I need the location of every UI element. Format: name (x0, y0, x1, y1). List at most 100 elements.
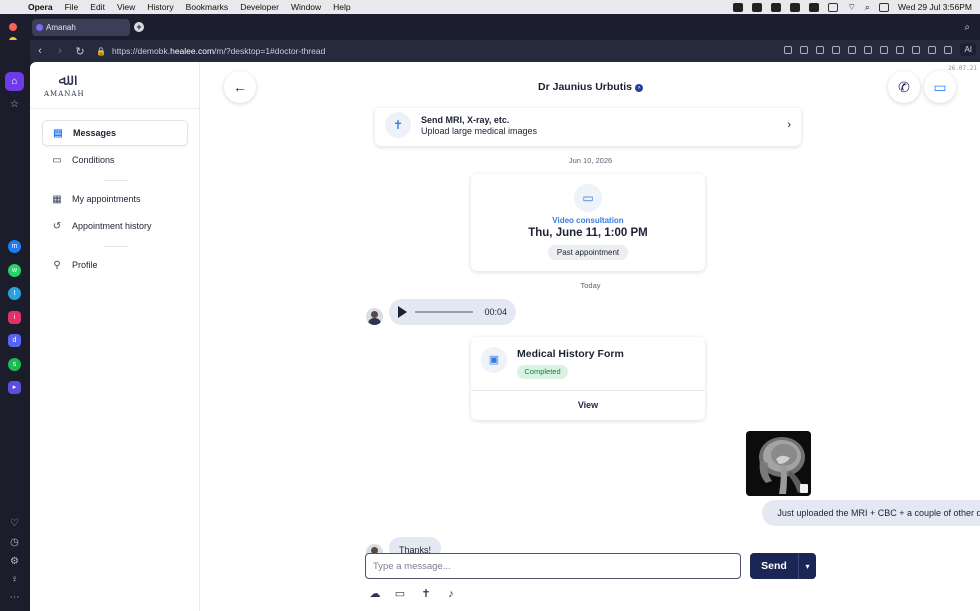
menu-view[interactable]: View (117, 2, 135, 12)
status-app-icon[interactable] (790, 2, 801, 12)
menu-history[interactable]: History (147, 2, 173, 12)
phone-icon: ✆ (898, 78, 910, 95)
menu-help[interactable]: Help (333, 2, 350, 12)
url-field[interactable]: 🔒 https://demobk.healee.com/m/?desktop=1… (96, 46, 325, 56)
mri-image-attachment[interactable] (746, 431, 811, 496)
messenger-icon[interactable]: m (8, 240, 21, 253)
camera-icon[interactable] (800, 45, 809, 54)
player-icon[interactable]: ▸ (8, 381, 21, 394)
opera-sidebar: ⌂ ☆ m w t i d s ▸ ♡ ◷ ⚙ ♀ ⋯ (0, 40, 30, 611)
verified-icon: › (634, 84, 643, 92)
share-icon[interactable] (880, 45, 889, 54)
telegram-icon[interactable]: t (8, 287, 21, 300)
message-input[interactable] (365, 553, 741, 579)
video-consultation-card[interactable]: ▭ Video consultation Thu, June 11, 1:00 … (471, 174, 705, 271)
body-icon[interactable]: ✝ (419, 587, 433, 601)
status-app-icon[interactable] (733, 2, 744, 12)
play-icon[interactable] (398, 306, 407, 318)
divider (30, 108, 200, 109)
send-button[interactable]: Send ▾ (750, 553, 816, 579)
heart-outline-icon[interactable]: ♡ (8, 517, 21, 530)
amanah-logo[interactable]: ﷲ AMANAH (44, 70, 85, 104)
control-center-icon[interactable] (878, 2, 889, 12)
web-page: 26.07.21 ﷲ AMANAH ▤ Messages ▭ Condition… (30, 62, 980, 611)
new-tab-button[interactable]: + (134, 22, 144, 32)
edit-icon[interactable] (784, 45, 793, 54)
battery-icon[interactable] (828, 2, 839, 12)
wifi-icon[interactable]: ⌔ (847, 2, 855, 13)
battery-saver-icon[interactable] (896, 45, 905, 54)
download-icon[interactable] (832, 45, 841, 54)
spotify-icon[interactable]: s (8, 358, 21, 371)
menu-icon[interactable] (912, 45, 921, 54)
url-domain: healee.com (170, 46, 215, 56)
extension-icon[interactable] (944, 45, 953, 54)
lock-icon: 🔒 (96, 46, 106, 56)
upload-images-card[interactable]: ✝ Send MRI, X-ray, etc. Upload large med… (375, 108, 801, 146)
menu-app-opera[interactable]: Opera (28, 2, 53, 12)
menu-edit[interactable]: Edit (90, 2, 105, 12)
sidebar-item-label: Appointment history (72, 221, 152, 231)
microphone-icon[interactable]: ♪ (444, 587, 458, 601)
send-label: Send (761, 560, 787, 572)
folder-icon: ▭ (52, 154, 62, 166)
appointment-type: Video consultation (552, 216, 624, 225)
menu-extras: ⌔ ⌕ Wed 29 Jul 3:56PM (733, 0, 972, 14)
play-icon[interactable] (848, 45, 857, 54)
cloud-upload-icon[interactable]: ☁ (368, 587, 382, 601)
discord-icon[interactable]: d (8, 334, 21, 347)
logo-mark-icon: ﷲ (58, 70, 68, 89)
divider (104, 180, 128, 181)
forward-arrow-icon[interactable]: › (50, 45, 70, 57)
message-composer: Send ▾ ☁ ▭ ✝ ♪ (201, 548, 980, 611)
menu-file[interactable]: File (65, 2, 79, 12)
heart-icon[interactable] (864, 45, 873, 54)
chat-icon: ▤ (53, 127, 63, 139)
search-icon[interactable]: ⌕ (865, 2, 870, 13)
back-arrow-icon[interactable]: ‹ (30, 45, 50, 57)
shield-icon[interactable] (816, 45, 825, 54)
status-app-icon[interactable] (752, 2, 763, 12)
audio-duration: 00:04 (484, 307, 507, 317)
status-app-icon[interactable] (809, 2, 820, 12)
sidebar-item-appointment-history[interactable]: ↺ Appointment history (42, 213, 188, 239)
clock-icon[interactable]: ◷ (8, 536, 21, 549)
audio-progress-track[interactable] (415, 311, 473, 313)
view-form-button[interactable]: View (471, 400, 705, 410)
voice-call-button[interactable]: ✆ (888, 71, 920, 103)
star-icon[interactable]: ☆ (8, 98, 21, 111)
address-bar: ‹ › ↻ 🔒 https://demobk.healee.com/m/?des… (30, 40, 980, 62)
outgoing-message: Just uploaded the MRI + CBC + a couple o… (762, 500, 980, 526)
aria-ai-button[interactable]: AI (960, 43, 976, 56)
profile-icon[interactable] (928, 45, 937, 54)
tab-search-icon[interactable]: ⌕ (964, 22, 970, 33)
bulb-icon[interactable]: ♀ (8, 573, 21, 586)
whatsapp-icon[interactable]: w (8, 264, 21, 277)
browser-tab-strip: Amanah + ⌕ (0, 14, 980, 59)
logo-wordmark: AMANAH (44, 90, 85, 98)
home-icon[interactable]: ⌂ (5, 72, 24, 91)
date-separator: Jun 10, 2026 (568, 156, 613, 165)
more-icon[interactable]: ⋯ (8, 591, 21, 604)
sidebar-item-conditions[interactable]: ▭ Conditions (42, 147, 188, 173)
sidebar-item-my-appointments[interactable]: ▦ My appointments (42, 186, 188, 212)
menu-bookmarks[interactable]: Bookmarks (186, 2, 229, 12)
calendar-icon: ▦ (52, 193, 62, 205)
folder-attach-icon[interactable]: ▭ (393, 587, 407, 601)
settings-icon[interactable]: ⚙ (8, 555, 21, 568)
status-badge: Completed (517, 365, 568, 379)
reload-icon[interactable]: ↻ (70, 45, 90, 58)
status-app-icon[interactable] (771, 2, 782, 12)
chevron-down-icon[interactable]: ▾ (799, 562, 816, 571)
sidebar-item-profile[interactable]: ⚲ Profile (42, 252, 188, 278)
browser-tab-amanah[interactable]: Amanah (32, 19, 130, 36)
menu-developer[interactable]: Developer (240, 2, 279, 12)
appointment-datetime: Thu, June 11, 1:00 PM (528, 227, 648, 239)
video-call-button[interactable]: ▭ (924, 71, 956, 103)
menu-window[interactable]: Window (291, 2, 321, 12)
datetime[interactable]: Wed 29 Jul 3:56PM (898, 2, 972, 12)
close-window-button[interactable] (9, 23, 17, 31)
macos-menu-bar: Opera File Edit View History Bookmarks D… (0, 0, 980, 14)
sidebar-item-messages[interactable]: ▤ Messages (42, 120, 188, 146)
instagram-icon[interactable]: i (8, 311, 21, 324)
